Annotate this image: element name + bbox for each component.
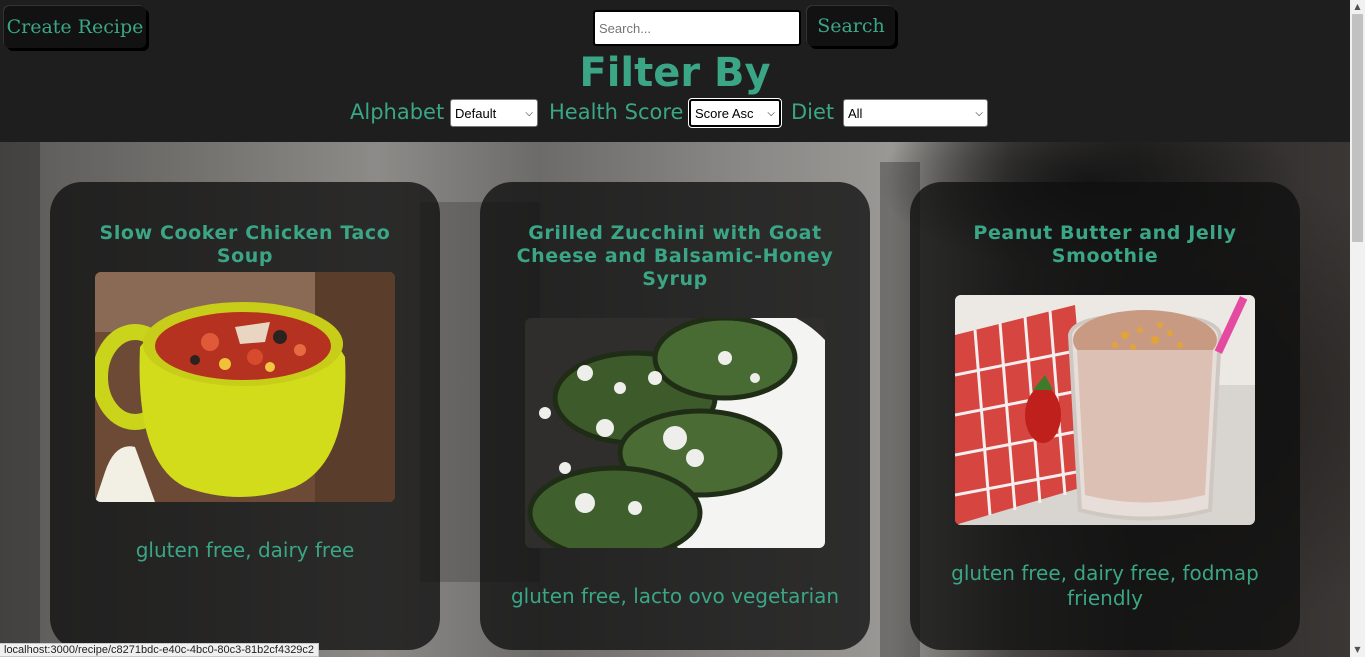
diet-select[interactable]: All ⌵ [843,99,988,127]
recipe-title: Slow Cooker Chicken Taco Soup [99,222,391,267]
arrow-down-icon[interactable]: ▼ [1350,643,1365,657]
chevron-down-icon: ⌵ [975,107,983,119]
recipe-card[interactable]: Slow Cooker Chicken Taco Soup gluten fre… [50,182,440,650]
arrow-up-icon[interactable]: ▲ [1350,0,1365,14]
chevron-down-icon: ⌵ [525,107,533,119]
alphabet-label: Alphabet [350,100,445,124]
recipe-diets: gluten free, lacto ovo vegetarian [510,584,840,608]
recipe-image [525,318,825,548]
alphabet-select-value: Default [455,105,497,121]
scrollbar-thumb[interactable] [1352,14,1363,242]
top-bar: Create Recipe Search Filter By Alphabet … [0,0,1350,142]
recipe-image [955,295,1255,525]
health-score-label: Health Score [549,100,684,124]
recipe-diets: gluten free, dairy free [135,538,355,562]
recipe-image [95,272,395,502]
search-input[interactable] [593,10,801,46]
create-recipe-button[interactable]: Create Recipe [4,6,146,48]
recipe-diets: gluten free, dairy free, fodmap friendly [951,561,1259,610]
filter-title: Filter By [579,50,771,96]
page-scrollbar[interactable]: ▲ ▼ [1350,0,1365,657]
alphabet-select[interactable]: Default ⌵ [450,99,538,127]
health-score-select-value: Score Asc [695,105,754,121]
diet-label: Diet [791,100,835,124]
health-score-select[interactable]: Score Asc ⌵ [688,98,782,128]
diet-select-value: All [848,105,863,121]
recipe-card[interactable]: Grilled Zucchini with Goat Cheese and Ba… [480,182,870,650]
chevron-down-icon: ⌵ [767,107,775,119]
search-button[interactable]: Search [807,6,895,46]
recipe-title: Peanut Butter and Jelly Smoothie [973,222,1237,267]
recipe-card[interactable]: Peanut Butter and Jelly Smoothie gluten … [910,182,1300,650]
status-bar-url: localhost:3000/recipe/c8271bdc-e40c-4bc0… [0,643,320,657]
recipe-title: Grilled Zucchini with Goat Cheese and Ba… [516,222,834,290]
